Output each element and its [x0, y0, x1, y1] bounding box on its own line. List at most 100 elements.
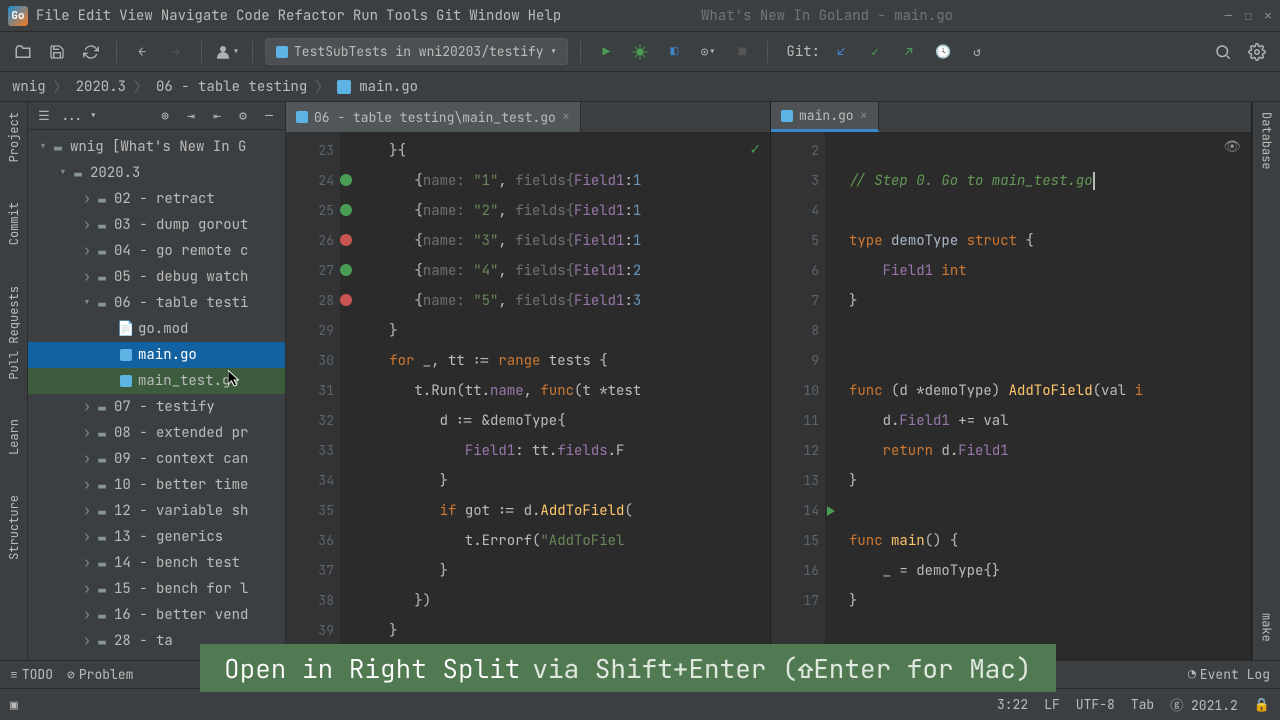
inspection-ok-icon[interactable]: ✓ [750, 138, 760, 159]
stop-button[interactable]: ■ [729, 39, 755, 65]
close-icon[interactable]: ✕ [1264, 7, 1272, 24]
expand-icon[interactable]: ⇥ [181, 106, 201, 126]
status-line-ending[interactable]: LF [1044, 696, 1060, 713]
menu-edit[interactable]: Edit [78, 7, 112, 25]
search-icon[interactable] [1210, 39, 1236, 65]
tree-root[interactable]: ▾▬wnig [What's New In G [28, 134, 285, 160]
maximize-icon[interactable]: ☐ [1244, 7, 1252, 24]
tree-folder[interactable]: ›▬15 - bench for l [28, 576, 285, 602]
debug-button[interactable] [627, 39, 653, 65]
editor-right[interactable]: 👁 2 3 4 5 6 7 8 9 10 11 12 13 14 15 16 [771, 132, 1251, 662]
tree-folder[interactable]: ›▬05 - debug watch [28, 264, 285, 290]
tool-project[interactable]: Project [6, 112, 22, 162]
hide-icon[interactable]: — [259, 106, 279, 126]
collapse-icon[interactable]: ⇤ [207, 106, 227, 126]
run-config-dropdown[interactable]: TestSubTests in wni20203/testify ▾ [265, 38, 568, 65]
project-view-icon[interactable]: ☰ [34, 106, 54, 126]
event-log-tool[interactable]: ◔ Event Log [1188, 666, 1270, 683]
code-right[interactable]: // Step 0. Go to main_test.go type demoT… [825, 132, 1251, 662]
tree-file[interactable]: main_test.go [28, 368, 285, 394]
tree-folder[interactable]: ›▬12 - variable sh [28, 498, 285, 524]
editor-left-pane: 06 - table testing\main_test.go × ✓ 23 2… [286, 102, 771, 662]
status-indent[interactable]: Tab [1131, 696, 1154, 713]
run-config-label: TestSubTests in wni20203/testify [294, 43, 544, 60]
menu-code[interactable]: Code [236, 7, 270, 25]
tool-make[interactable]: make [1259, 613, 1275, 642]
menu-help[interactable]: Help [528, 7, 562, 25]
tree-file-selected[interactable]: main.go [28, 342, 285, 368]
close-tab-icon[interactable]: × [860, 107, 868, 125]
crumb-version[interactable]: 2020.3 [76, 78, 126, 96]
todo-tool[interactable]: ≡ TODO [10, 666, 53, 683]
tree-file[interactable]: 📄go.mod [28, 316, 285, 342]
tree-folder[interactable]: ›▬13 - generics [28, 524, 285, 550]
tree-folder[interactable]: ›▬02 - retract [28, 186, 285, 212]
tab-label: 06 - table testing\main_test.go [314, 109, 556, 126]
forward-icon[interactable]: → [163, 39, 189, 65]
tab-main-test[interactable]: 06 - table testing\main_test.go × [286, 102, 581, 132]
project-dropdown[interactable]: ... [60, 107, 83, 124]
tool-structure[interactable]: Structure [6, 495, 22, 560]
banner-action: Open in Right Split [224, 651, 520, 686]
coverage-button[interactable]: ◧ [661, 39, 687, 65]
settings-icon[interactable] [1244, 39, 1270, 65]
crumb-folder[interactable]: 06 - table testing [156, 78, 307, 96]
crumb-file[interactable]: main.go [359, 78, 418, 96]
run-button[interactable]: ▶ [593, 39, 619, 65]
menu-view[interactable]: View [119, 7, 153, 25]
project-tree[interactable]: ▾▬wnig [What's New In G ▾▬2020.3 ›▬02 - … [28, 130, 285, 662]
gear-icon[interactable]: ⚙ [233, 106, 253, 126]
git-label: Git: [786, 43, 820, 61]
tree-folder-open[interactable]: ▾▬06 - table testi [28, 290, 285, 316]
reload-icon[interactable] [78, 39, 104, 65]
tree-folder[interactable]: ›▬04 - go remote c [28, 238, 285, 264]
git-update-icon[interactable]: ↙ [828, 39, 854, 65]
tool-window-icon[interactable]: ▣ [10, 696, 18, 713]
tree-folder[interactable]: ›▬08 - extended pr [28, 420, 285, 446]
back-icon[interactable]: ← [129, 39, 155, 65]
tree-folder[interactable]: ›▬03 - dump gorout [28, 212, 285, 238]
status-position[interactable]: 3:22 [997, 696, 1028, 713]
profile-button[interactable]: ⊙▾ [695, 39, 721, 65]
chevron-down-icon: ▾ [550, 43, 558, 60]
menu-git[interactable]: Git [436, 7, 461, 25]
tool-commit[interactable]: Commit [6, 202, 22, 245]
code-left[interactable]: }{ {name: "1", fields{Field1:1 {name: "2… [340, 132, 770, 662]
status-encoding[interactable]: UTF-8 [1076, 696, 1115, 713]
avatar-icon[interactable]: ▾ [214, 39, 240, 65]
tree-folder[interactable]: ›▬14 - bench test [28, 550, 285, 576]
open-icon[interactable] [10, 39, 36, 65]
tool-database[interactable]: Database [1259, 112, 1275, 170]
status-lock-icon[interactable]: 🔒 [1254, 696, 1270, 713]
git-commit-icon[interactable]: ✓ [862, 39, 888, 65]
tool-learn[interactable]: Learn [6, 419, 22, 455]
go-file-icon [296, 111, 308, 123]
git-history-icon[interactable]: 🕓 [930, 39, 956, 65]
problems-tool[interactable]: ⊘ Problem [67, 666, 133, 683]
menu-navigate[interactable]: Navigate [161, 7, 228, 25]
save-icon[interactable] [44, 39, 70, 65]
tree-folder[interactable]: ›▬07 - testify [28, 394, 285, 420]
tool-pull-requests[interactable]: Pull Requests [6, 286, 22, 380]
crumb-root[interactable]: wnig [12, 78, 46, 96]
reader-mode-icon[interactable]: 👁 [1223, 138, 1241, 156]
run-gutter-icon[interactable] [827, 506, 835, 516]
tree-folder[interactable]: ›▬10 - better time [28, 472, 285, 498]
locate-icon[interactable]: ⊕ [155, 106, 175, 126]
tab-main-go[interactable]: main.go × [771, 102, 879, 132]
tree-folder[interactable]: ›▬16 - better vend [28, 602, 285, 628]
menu-tools[interactable]: Tools [386, 7, 428, 25]
menu-run[interactable]: Run [353, 7, 378, 25]
git-push-icon[interactable]: ↗ [896, 39, 922, 65]
menu-window[interactable]: Window [469, 7, 519, 25]
tree-version[interactable]: ▾▬2020.3 [28, 160, 285, 186]
menu-refactor[interactable]: Refactor [278, 7, 345, 25]
menu-file[interactable]: File [36, 7, 70, 25]
editor-left[interactable]: ✓ 23 24 25 26 27 28 29 30 31 32 33 34 35… [286, 132, 770, 662]
tree-folder[interactable]: ›▬09 - context can [28, 446, 285, 472]
gutter-left: 23 24 25 26 27 28 29 30 31 32 33 34 35 3… [286, 132, 340, 662]
editor-right-pane: main.go × 👁 2 3 4 5 6 7 8 9 10 11 12 [771, 102, 1252, 662]
close-tab-icon[interactable]: × [562, 108, 570, 126]
git-rollback-icon[interactable]: ↺ [964, 39, 990, 65]
minimize-icon[interactable]: — [1225, 7, 1233, 24]
